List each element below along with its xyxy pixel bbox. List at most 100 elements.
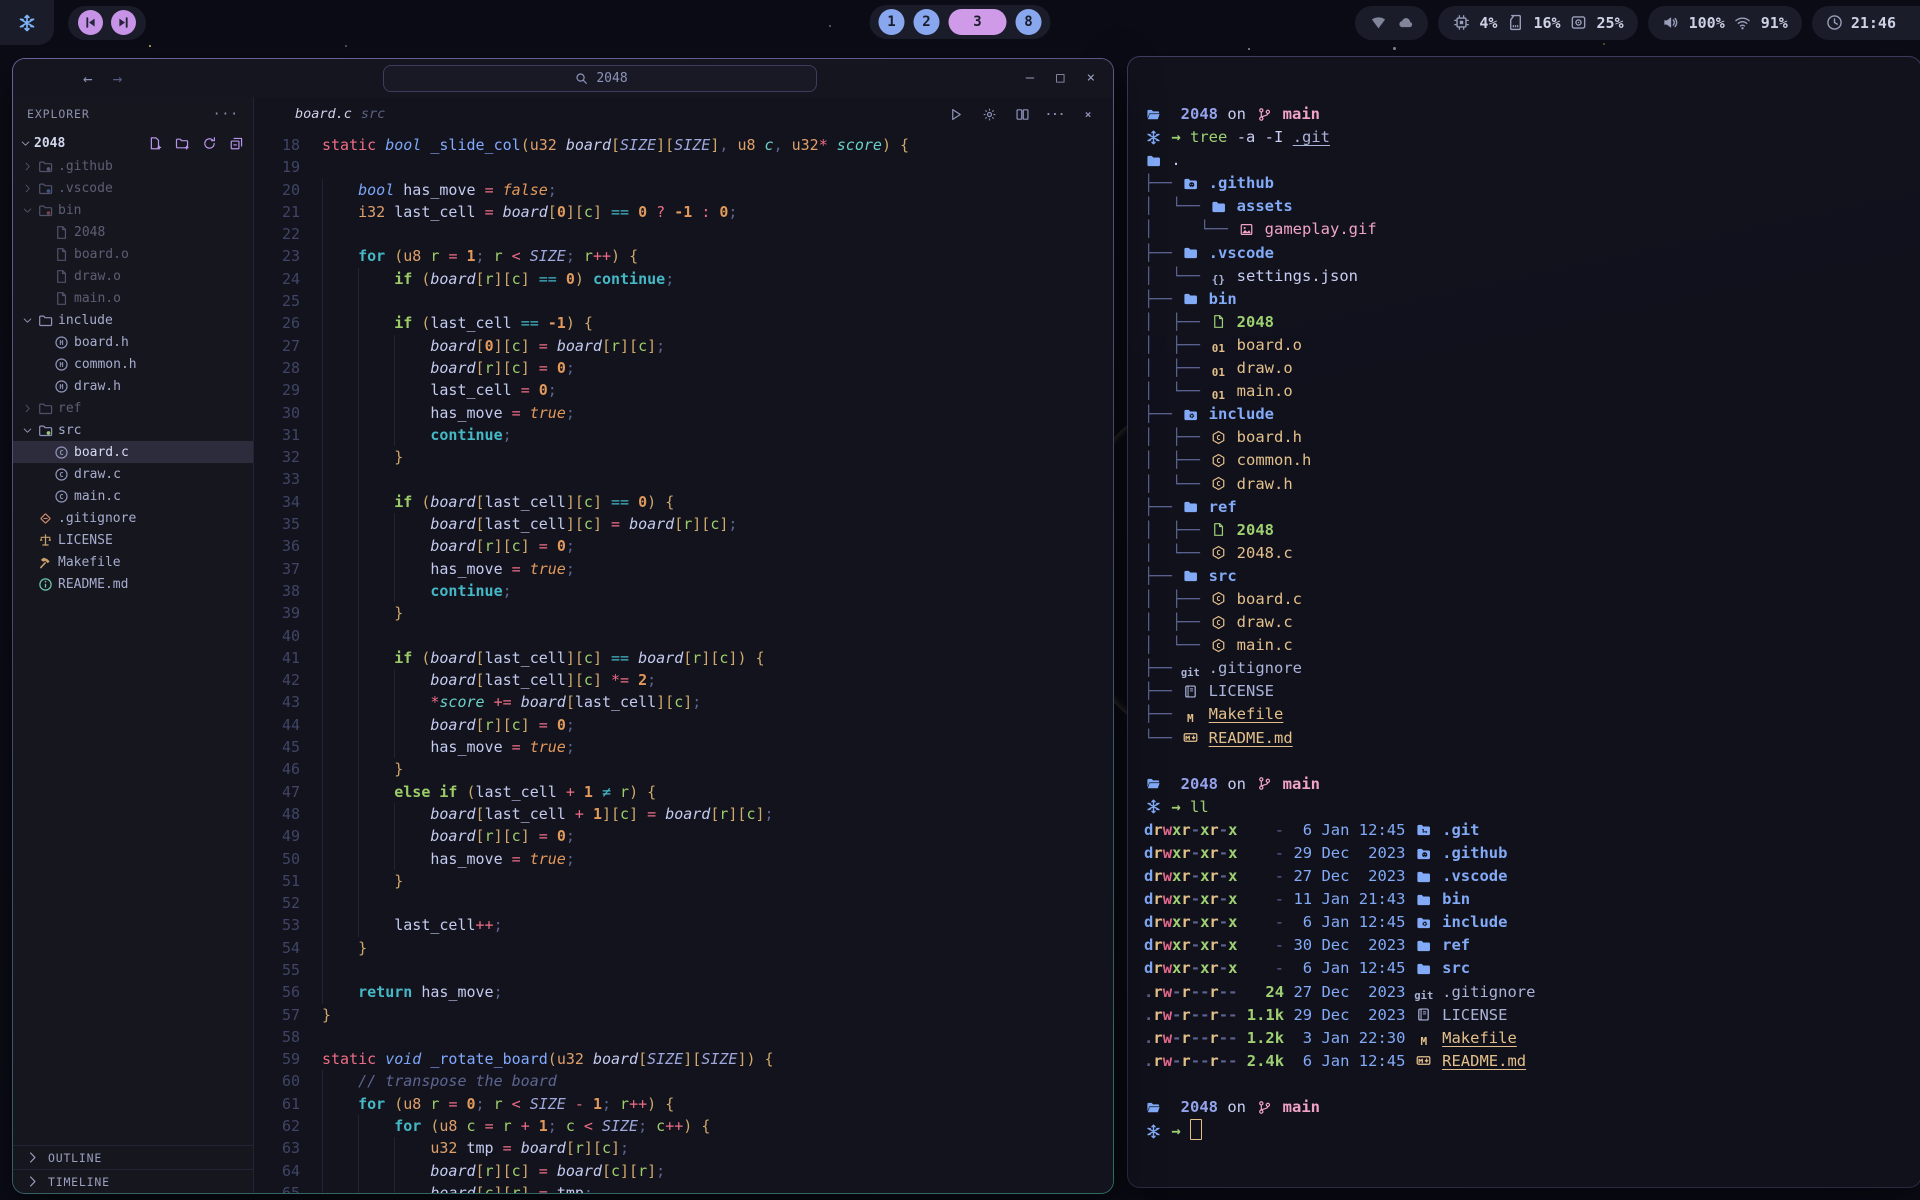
- tree-item-board.h[interactable]: Hboard.h: [13, 331, 253, 353]
- cpu-icon: [1452, 15, 1470, 31]
- c-hex-icon: C: [1209, 591, 1227, 607]
- tree-item-ref[interactable]: ref: [13, 397, 253, 419]
- terminal-line: ├── M Makefile: [1144, 703, 1909, 726]
- line-number: 56: [254, 981, 300, 1003]
- maximize-button[interactable]: □: [1056, 70, 1064, 86]
- wifi-strength: 91%: [1761, 14, 1788, 32]
- line-number: 54: [254, 937, 300, 959]
- terminal-line: ├── bin: [1144, 288, 1909, 311]
- line-number: 65: [254, 1182, 300, 1193]
- volume-icon: [1662, 15, 1680, 31]
- tree-item-draw.o[interactable]: draw.o: [13, 265, 253, 287]
- line-number: 43: [254, 691, 300, 713]
- gitignore-icon: [36, 510, 54, 526]
- line-number: 32: [254, 446, 300, 468]
- tree-item-board.c[interactable]: Cboard.c: [13, 441, 253, 463]
- code-area[interactable]: 18static bool _slide_col(u32 board[SIZE]…: [254, 131, 1113, 1193]
- terminal-window[interactable]: 2048 on main → tree -a -I .git .├── .git…: [1127, 56, 1920, 1188]
- workspace-button-3[interactable]: 3: [949, 9, 1007, 35]
- launcher-button[interactable]: [0, 0, 54, 45]
- explorer-header: EXPLORER: [27, 107, 90, 121]
- code-line-54: 54 }: [254, 937, 1113, 959]
- volume-level: 100%: [1689, 14, 1725, 32]
- tree-item-draw.h[interactable]: Hdraw.h: [13, 375, 253, 397]
- nav-forward-button[interactable]: →: [113, 69, 123, 88]
- tree-item-common.h[interactable]: Hcommon.h: [13, 353, 253, 375]
- tree-item-label: common.h: [74, 357, 137, 372]
- line-number: 36: [254, 535, 300, 557]
- ram-usage: 16%: [1533, 14, 1560, 32]
- timeline-label: TIMELINE: [48, 1175, 110, 1189]
- command-search-box[interactable]: 2048: [383, 65, 817, 92]
- workspace-button-1[interactable]: 1: [879, 9, 905, 35]
- tree-item-2048[interactable]: 2048: [13, 221, 253, 243]
- chevron-down-icon: [19, 312, 37, 328]
- line-number: 52: [254, 892, 300, 914]
- tree-item-include[interactable]: include: [13, 309, 253, 331]
- tree-item-README.md[interactable]: README.md: [13, 573, 253, 595]
- tree-item-.vscode[interactable]: .vscode: [13, 177, 253, 199]
- new-folder-button[interactable]: [173, 135, 191, 151]
- media-previous-button[interactable]: [78, 10, 103, 35]
- code-line-29: 29 last_cell = 0;: [254, 379, 1113, 401]
- project-root-row[interactable]: 2048: [13, 131, 253, 155]
- git-branch-icon: [1255, 776, 1273, 792]
- chevron-right-icon: [23, 1174, 41, 1190]
- tree-item-.github[interactable]: .github: [13, 155, 253, 177]
- line-number: 27: [254, 335, 300, 357]
- collapse-all-button[interactable]: [227, 135, 245, 151]
- close-button[interactable]: ×: [1087, 70, 1095, 86]
- gear-button[interactable]: [980, 106, 998, 122]
- disk-icon: [1570, 15, 1588, 31]
- ram-icon: [1506, 15, 1524, 31]
- permissions: drwxr-xr-x: [1144, 959, 1237, 977]
- tree-item-draw.c[interactable]: Cdraw.c: [13, 463, 253, 485]
- tree-item-board.o[interactable]: board.o: [13, 243, 253, 265]
- folder-gear-icon: [1415, 914, 1433, 930]
- outline-section[interactable]: OUTLINE: [13, 1145, 253, 1169]
- minimize-button[interactable]: –: [1026, 70, 1034, 86]
- line-number: 29: [254, 379, 300, 401]
- line-number: 30: [254, 402, 300, 424]
- close-editor-button[interactable]: ×: [1079, 106, 1097, 122]
- line-number: 62: [254, 1115, 300, 1137]
- tree-item-LICENSE[interactable]: LICENSE: [13, 529, 253, 551]
- tab-board-c[interactable]: board.c: [295, 106, 352, 122]
- clock-time: 21:46: [1851, 14, 1896, 32]
- tree-item-main.c[interactable]: Cmain.c: [13, 485, 253, 507]
- svg-text:C: C: [1216, 595, 1220, 604]
- split-button[interactable]: [1013, 106, 1031, 122]
- new-file-button[interactable]: [146, 135, 164, 151]
- chevron-right-icon: [19, 180, 37, 196]
- tree-item-main.o[interactable]: main.o: [13, 287, 253, 309]
- timeline-section[interactable]: TIMELINE: [13, 1169, 253, 1193]
- explorer-more-button[interactable]: ···: [213, 107, 239, 122]
- workspace-button-2[interactable]: 2: [914, 9, 940, 35]
- book-icon: [1415, 1007, 1433, 1023]
- svg-text:C: C: [1216, 479, 1220, 488]
- chevron-down-icon: [17, 135, 35, 151]
- run-button[interactable]: [947, 106, 965, 122]
- h-file-icon: H: [52, 356, 70, 372]
- code-line-32: 32 }: [254, 446, 1113, 468]
- media-next-button[interactable]: [111, 10, 136, 35]
- terminal-line: drwxr-xr-x - 6 Jan 12:45 src: [1144, 957, 1909, 980]
- line-number: 57: [254, 1004, 300, 1026]
- svg-text:C: C: [59, 492, 63, 501]
- workspace-button-8[interactable]: 8: [1016, 9, 1042, 35]
- folder-github-icon: [1415, 845, 1433, 861]
- tree-item-Makefile[interactable]: Makefile: [13, 551, 253, 573]
- tree-item-label: README.md: [58, 577, 128, 592]
- refresh-button[interactable]: [200, 135, 218, 151]
- terminal-line: ├── LICENSE: [1144, 680, 1909, 703]
- nav-back-button[interactable]: ←: [83, 69, 93, 88]
- tree-item-bin[interactable]: bin: [13, 199, 253, 221]
- line-number: 20: [254, 179, 300, 201]
- line-number: 19: [254, 156, 300, 178]
- terminal-line: .rw-r--r-- 2.4k 6 Jan 12:45 README.md: [1144, 1050, 1909, 1073]
- tree-item-src[interactable]: src: [13, 419, 253, 441]
- more-actions-button[interactable]: ···: [1046, 106, 1064, 122]
- line-number: 24: [254, 268, 300, 290]
- tree-item-.gitignore[interactable]: .gitignore: [13, 507, 253, 529]
- line-number: 49: [254, 825, 300, 847]
